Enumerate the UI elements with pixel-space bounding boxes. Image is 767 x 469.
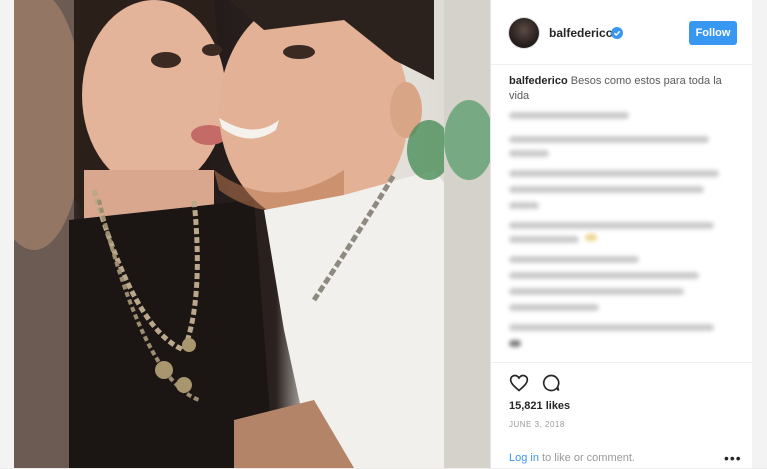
- blurred-comment-line: [509, 236, 579, 243]
- heart-icon[interactable]: [509, 373, 529, 393]
- blurred-comment-line: [509, 324, 714, 331]
- follow-button[interactable]: Follow: [689, 21, 737, 45]
- more-options-icon[interactable]: •••: [724, 450, 742, 466]
- screenshot-frame: balfederico Follow balfederico Besos com…: [0, 0, 767, 468]
- blurred-comment-line: [509, 112, 629, 119]
- login-link[interactable]: Log in: [509, 452, 539, 464]
- blurred-comment-line: [509, 304, 599, 311]
- login-prompt: Log in to like or comment.: [509, 452, 635, 464]
- blurred-comment-line: [509, 288, 684, 295]
- blurred-comment-line: [509, 272, 699, 279]
- post-photo[interactable]: [14, 0, 490, 468]
- blurred-comment-line: [509, 136, 709, 143]
- blurred-comment-line: [509, 222, 714, 229]
- blurred-comment-line: [509, 170, 719, 177]
- post-actions: 15,821 likes JUNE 3, 2018 Log in to like…: [491, 362, 752, 469]
- post-header: balfederico Follow: [491, 0, 752, 65]
- photo-illustration: [14, 0, 490, 468]
- blurred-comment-line: [509, 256, 639, 263]
- post-caption: balfederico Besos como estos para toda l…: [509, 74, 734, 104]
- blurred-comment-line: [509, 202, 539, 209]
- avatar[interactable]: [509, 18, 539, 48]
- post-date: JUNE 3, 2018: [509, 420, 565, 429]
- blurred-comment-line: [509, 186, 704, 193]
- like-count[interactable]: 15,821 likes: [509, 400, 570, 412]
- blurred-comment-line: [509, 340, 521, 347]
- comment-icon[interactable]: [541, 373, 561, 393]
- post-side-panel: balfederico Follow balfederico Besos com…: [490, 0, 752, 468]
- blurred-comment-line: [509, 150, 549, 157]
- blurred-comment-line: [585, 234, 597, 241]
- login-prompt-text: to like or comment.: [542, 452, 635, 464]
- username[interactable]: balfederico: [549, 26, 613, 40]
- verified-badge-icon: [611, 26, 623, 39]
- caption-username[interactable]: balfederico: [509, 75, 568, 87]
